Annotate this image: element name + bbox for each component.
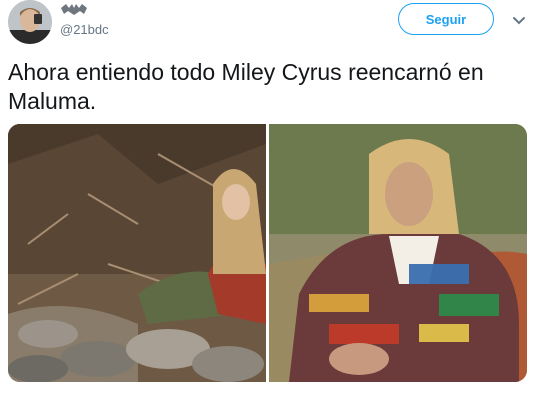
- avatar[interactable]: [8, 0, 52, 44]
- author-handle[interactable]: @21bdc: [60, 22, 109, 37]
- profile-photo-icon: [8, 0, 52, 44]
- photo-left[interactable]: [8, 124, 266, 382]
- woman-on-rocks-photo-icon: [8, 124, 266, 382]
- tweet-header: @21bdc Seguir: [0, 0, 544, 50]
- media-grid: [8, 124, 527, 382]
- tweet-text: Ahora entiendo todo Miley Cyrus reencarn…: [8, 59, 484, 114]
- bat-emblem-icon: [61, 4, 87, 15]
- more-options-button[interactable]: [512, 13, 526, 25]
- follow-button[interactable]: Seguir: [398, 3, 494, 35]
- man-in-knit-sweater-photo-icon: [269, 124, 527, 382]
- chevron-down-icon: [513, 17, 525, 25]
- photo-right[interactable]: [269, 124, 527, 382]
- display-name-emblem[interactable]: [60, 2, 88, 16]
